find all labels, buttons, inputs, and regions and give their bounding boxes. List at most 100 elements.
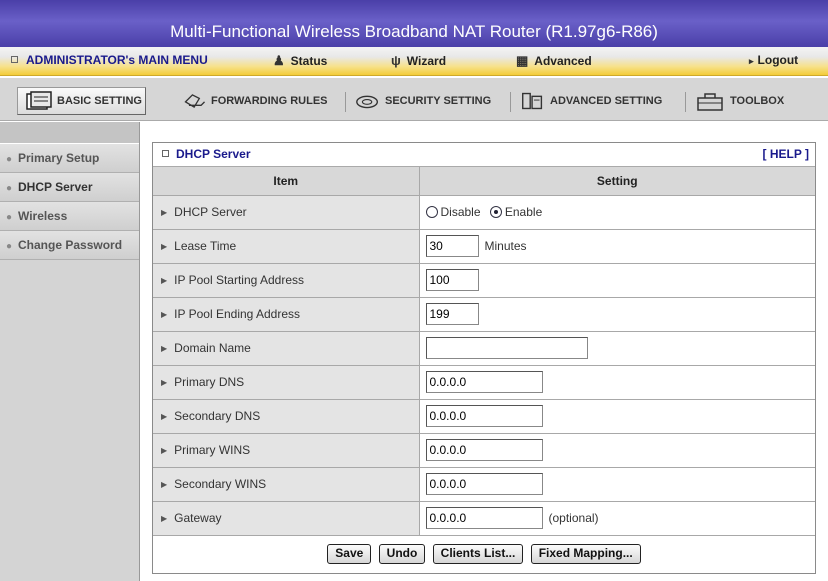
- row-setting: [418, 398, 815, 434]
- row-label-text: Domain Name: [174, 341, 251, 355]
- tab-divider: [345, 92, 346, 112]
- undo-button[interactable]: Undo: [378, 543, 426, 564]
- row-setting: [418, 296, 815, 332]
- pool-start-input[interactable]: [425, 269, 479, 291]
- bullet-icon: ●: [6, 241, 13, 252]
- row-label: ▶ IP Pool Starting Address: [153, 262, 420, 298]
- triangle-right-icon: ▶: [161, 344, 168, 353]
- tab-label: TOOLBOX: [730, 95, 785, 107]
- row-setting: [418, 432, 815, 468]
- pool-end-input[interactable]: [425, 303, 479, 325]
- tab-divider: [510, 92, 511, 112]
- row-setting: Disable Enable: [418, 194, 815, 230]
- row-label-text: Secondary DNS: [174, 409, 261, 423]
- window-title-bar: Multi-Functional Wireless Broadband NAT …: [0, 0, 828, 47]
- row-label-text: Primary DNS: [174, 375, 245, 389]
- tab-toolbox[interactable]: TOOLBOX: [693, 88, 784, 114]
- primary-wins-input[interactable]: [425, 439, 543, 461]
- toolbox-icon: [697, 93, 723, 111]
- window-title: Multi-Functional Wireless Broadband NAT …: [170, 22, 658, 41]
- table-header-row: Item Setting: [153, 167, 815, 196]
- domain-name-input[interactable]: [425, 337, 588, 359]
- lease-time-input[interactable]: [425, 235, 479, 257]
- row-label-text: Lease Time: [174, 239, 237, 253]
- triangle-right-icon: ▶: [161, 242, 168, 251]
- dhcp-enable-label: Enable: [504, 205, 543, 219]
- gateway-input[interactable]: [425, 507, 543, 529]
- square-bullet-icon: [11, 56, 18, 63]
- dhcp-disable-label: Disable: [440, 205, 481, 219]
- security-setting-icon: [356, 95, 379, 109]
- table-row: ▶ Lease Time Minutes: [153, 228, 815, 264]
- row-label: ▶ Lease Time: [153, 228, 420, 264]
- triangle-right-icon: ▶: [161, 446, 168, 455]
- row-label-text: Primary WINS: [174, 443, 251, 457]
- panel-header: DHCP Server [ HELP ]: [153, 143, 815, 167]
- table-row: ▶ Domain Name: [153, 330, 815, 366]
- triangle-right-icon: ▶: [161, 412, 168, 421]
- bullet-icon: ●: [6, 154, 13, 165]
- status-label: Status: [290, 54, 328, 68]
- bullet-icon: ●: [6, 183, 13, 194]
- row-label: ▶ DHCP Server: [153, 194, 420, 230]
- row-setting: [418, 330, 815, 366]
- row-setting: [418, 262, 815, 298]
- advanced-link[interactable]: ▦ Advanced: [516, 53, 592, 69]
- row-label: ▶ IP Pool Ending Address: [153, 296, 420, 332]
- table-row: ▶ Primary WINS: [153, 432, 815, 468]
- row-label: ▶ Domain Name: [153, 330, 420, 366]
- tab-divider: [685, 92, 686, 112]
- tab-basic-setting[interactable]: BASIC SETTING: [17, 87, 146, 115]
- advanced-setting-icon: [522, 92, 543, 110]
- sidebar-item-label: Change Password: [18, 238, 123, 252]
- tab-advanced-setting[interactable]: ADVANCED SETTING: [519, 88, 662, 114]
- sidebar-item-dhcp-server[interactable]: ● DHCP Server: [0, 173, 139, 202]
- sidebar-item-wireless[interactable]: ● Wireless: [0, 202, 139, 231]
- clients-list-button[interactable]: Clients List...: [432, 543, 524, 564]
- row-label-text: IP Pool Starting Address: [174, 273, 305, 287]
- sidebar-header-strip: [0, 122, 139, 144]
- status-person-icon: ♟: [273, 53, 285, 68]
- dhcp-disable-radio[interactable]: [425, 206, 438, 218]
- help-link[interactable]: [ HELP ]: [763, 143, 809, 165]
- save-button[interactable]: Save: [327, 543, 372, 564]
- main-menu-label: ADMINISTRATOR's MAIN MENU: [26, 53, 208, 67]
- column-header-item: Item: [153, 167, 420, 196]
- advanced-icon: ▦: [516, 53, 529, 68]
- sidebar-item-primary-setup[interactable]: ● Primary Setup: [0, 144, 139, 173]
- primary-dns-input[interactable]: [425, 371, 543, 393]
- tab-security-setting[interactable]: SECURITY SETTING: [354, 88, 491, 114]
- gateway-optional-note: (optional): [548, 511, 599, 525]
- status-link[interactable]: ♟ Status: [273, 53, 327, 69]
- column-header-setting: Setting: [418, 167, 815, 196]
- wizard-link[interactable]: ψ Wizard: [391, 53, 446, 68]
- table-row: ▶ Gateway (optional): [153, 500, 815, 536]
- row-label: ▶ Gateway: [153, 500, 420, 536]
- tab-label: FORWARDING RULES: [211, 95, 328, 107]
- triangle-right-icon: ▶: [161, 378, 168, 387]
- logout-label: Logout: [757, 53, 799, 67]
- tab-forwarding-rules[interactable]: FORWARDING RULES: [182, 88, 328, 114]
- table-row: ▶ Secondary WINS: [153, 466, 815, 502]
- fixed-mapping-button[interactable]: Fixed Mapping...: [530, 543, 641, 564]
- triangle-right-icon: ▶: [161, 276, 168, 285]
- arrow-right-icon: ▸: [749, 56, 754, 66]
- row-label-text: IP Pool Ending Address: [174, 307, 301, 321]
- advanced-label: Advanced: [534, 54, 592, 68]
- logout-link[interactable]: ▸ Logout: [749, 53, 798, 67]
- dhcp-server-panel: DHCP Server [ HELP ] Item Setting ▶ DHCP …: [152, 142, 816, 574]
- triangle-right-icon: ▶: [161, 310, 168, 319]
- panel-title: DHCP Server: [176, 147, 251, 161]
- dhcp-settings-table: Item Setting ▶ DHCP Server Disable Enable…: [153, 167, 815, 536]
- main-menu-link[interactable]: ADMINISTRATOR's MAIN MENU: [11, 53, 208, 67]
- secondary-dns-input[interactable]: [425, 405, 543, 427]
- basic-setting-icon: [26, 91, 52, 110]
- sidebar-item-change-password[interactable]: ● Change Password: [0, 231, 139, 260]
- row-label: ▶ Primary DNS: [153, 364, 420, 400]
- tab-label: BASIC SETTING: [57, 95, 142, 107]
- dhcp-enable-radio[interactable]: [489, 206, 502, 218]
- square-bullet-icon: [162, 150, 169, 157]
- wizard-label: Wizard: [406, 54, 447, 68]
- table-row: ▶ IP Pool Starting Address: [153, 262, 815, 298]
- secondary-wins-input[interactable]: [425, 473, 543, 495]
